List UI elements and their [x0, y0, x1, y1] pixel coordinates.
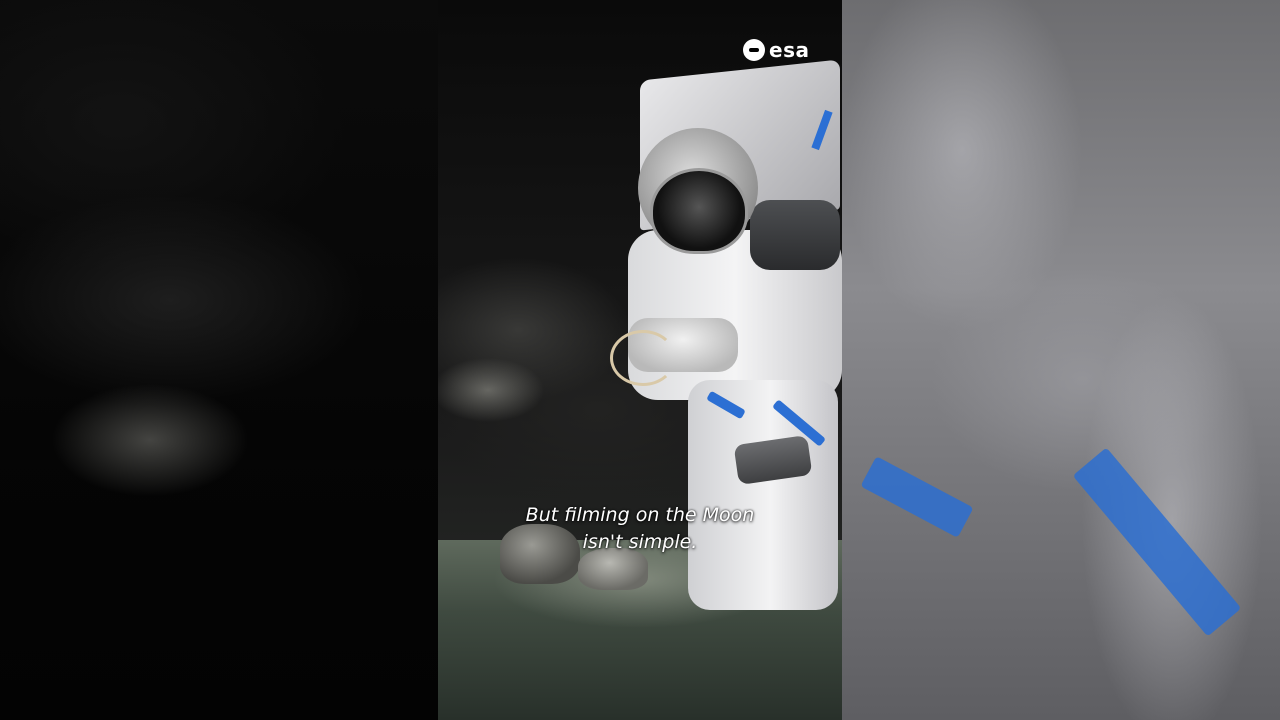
blurred-suit-stripe-left [860, 456, 974, 538]
astronaut-arm-pad [750, 200, 840, 270]
esa-logo: esa [743, 38, 809, 62]
subtitle-line-2: isn't simple. [582, 531, 698, 553]
tether-cable [610, 330, 676, 386]
blurred-background-right [842, 0, 1280, 720]
esa-logo-icon [743, 39, 765, 61]
esa-logo-text: esa [769, 38, 810, 62]
video-image [438, 0, 842, 720]
video-frame[interactable]: esa But filming on the Moon isn't simple… [0, 0, 1280, 720]
blurred-background-left [0, 0, 438, 720]
video-subtitle: But filming on the Moon isn't simple. [438, 502, 842, 556]
subtitle-line-1: But filming on the Moon [525, 504, 755, 526]
astronaut-legs [688, 380, 838, 610]
helmet-visor [650, 168, 748, 254]
blurred-suit-stripe-right [1072, 447, 1242, 637]
